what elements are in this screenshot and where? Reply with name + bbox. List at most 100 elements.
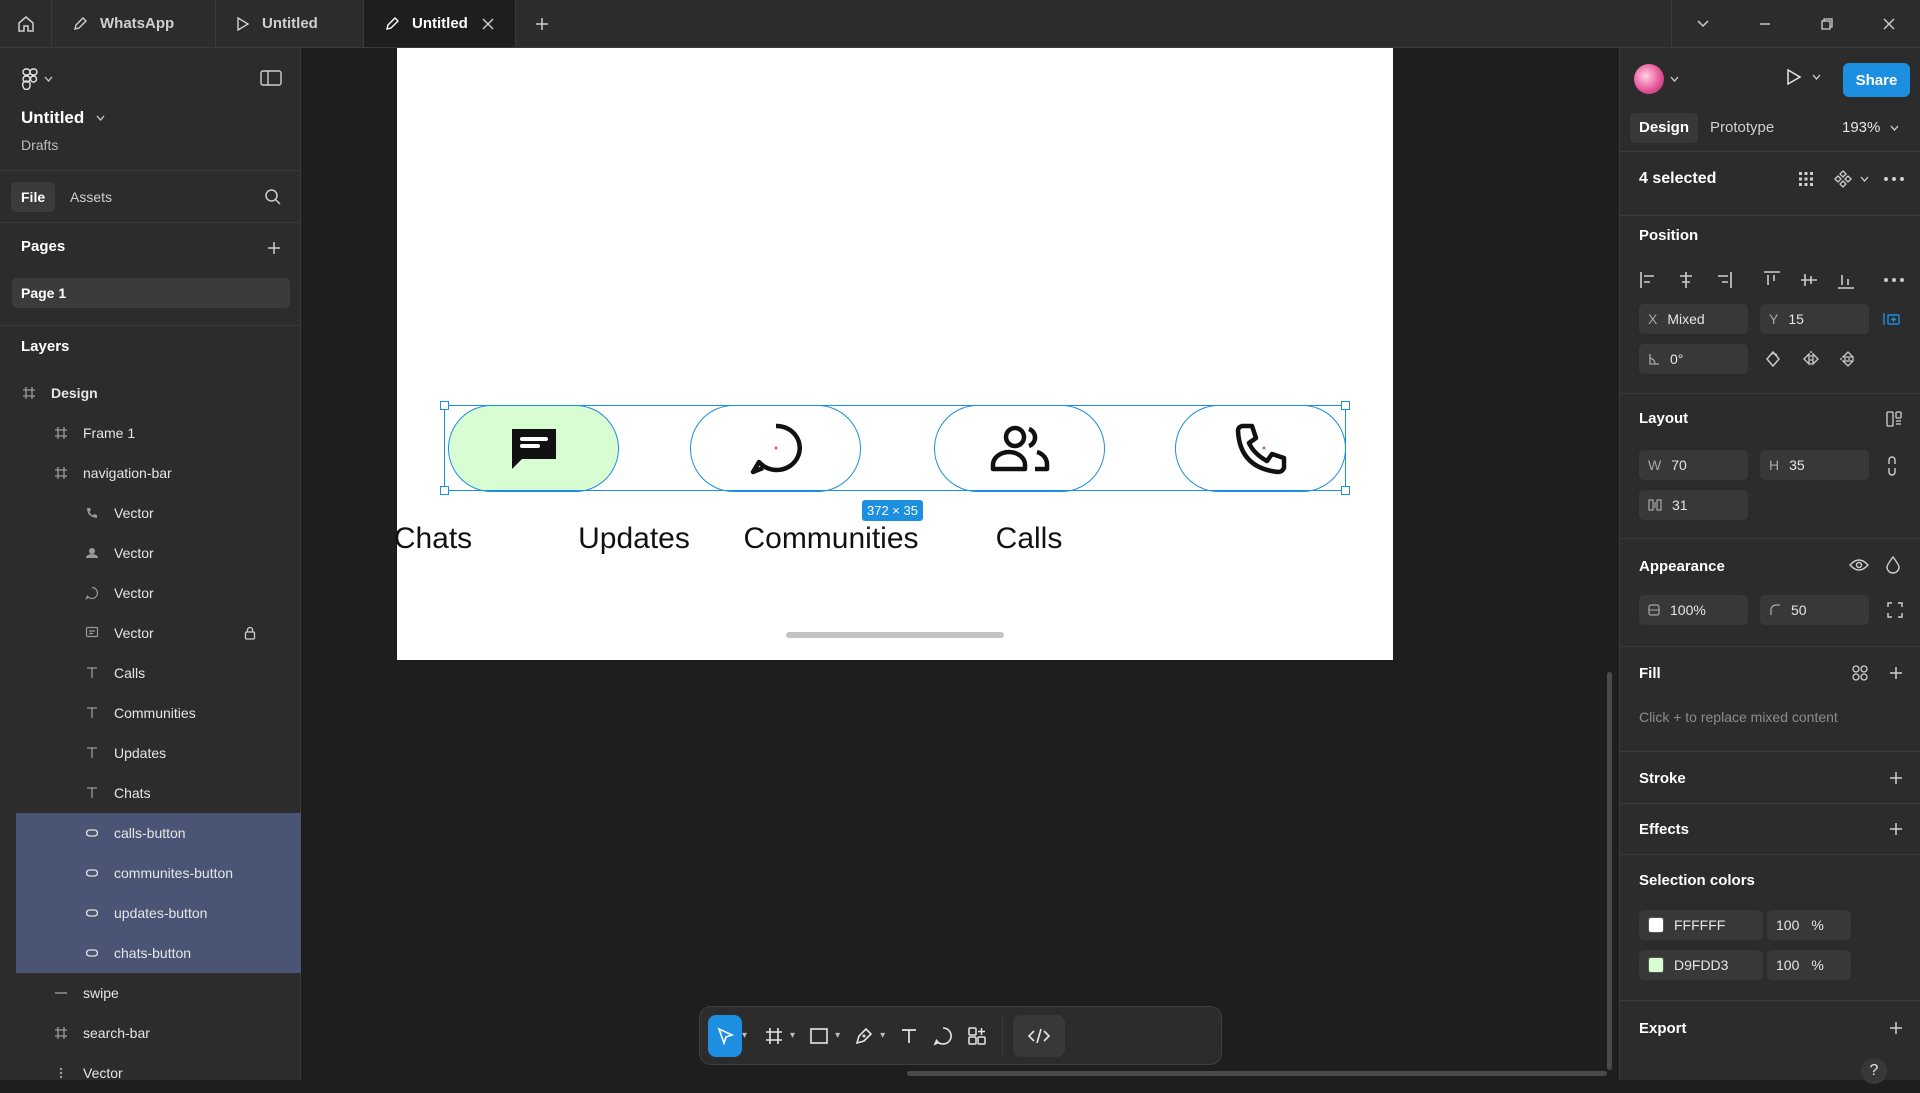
layer-row[interactable]: Frame 1 <box>0 413 301 453</box>
width-field[interactable]: W 70 <box>1639 450 1748 480</box>
rotate-90-button[interactable] <box>1765 350 1781 368</box>
color-swatch[interactable] <box>1648 957 1664 973</box>
more-options-button[interactable] <box>1884 177 1904 181</box>
restore-button[interactable] <box>1796 0 1858 47</box>
align-right-button[interactable] <box>1713 270 1733 290</box>
layer-row[interactable]: updates-button <box>16 893 301 933</box>
actions-tool[interactable] <box>960 1015 996 1057</box>
align-left-button[interactable] <box>1639 270 1659 290</box>
y-field[interactable]: Y 15 <box>1760 304 1869 334</box>
new-tab-button[interactable] <box>516 0 568 47</box>
resize-handle[interactable] <box>1341 401 1350 410</box>
layer-row[interactable]: Calls <box>0 653 301 693</box>
flip-horizontal-button[interactable] <box>1802 350 1820 368</box>
rotation-field[interactable]: 0° <box>1639 344 1748 374</box>
auto-layout-button[interactable] <box>1886 411 1902 427</box>
share-button[interactable]: Share <box>1843 63 1910 97</box>
close-window-button[interactable] <box>1858 0 1920 47</box>
layer-row[interactable]: Vector <box>0 573 301 613</box>
tab-design[interactable]: Design <box>1630 113 1699 143</box>
tab-file[interactable]: File <box>11 182 56 212</box>
help-button[interactable]: ? <box>1861 1058 1887 1084</box>
align-center-h-button[interactable] <box>1676 270 1696 290</box>
layer-row[interactable]: calls-button <box>16 813 301 853</box>
align-center-v-button[interactable] <box>1799 270 1819 290</box>
close-tab-icon[interactable] <box>481 17 495 31</box>
fill-styles-button[interactable] <box>1851 664 1869 682</box>
tab-whatsapp[interactable]: WhatsApp <box>52 0 216 47</box>
align-bottom-button[interactable] <box>1836 270 1856 290</box>
tab-prototype[interactable]: Prototype <box>1701 113 1783 143</box>
color-opacity-field[interactable]: 100% <box>1767 950 1851 980</box>
layer-row[interactable]: Vector <box>0 613 301 653</box>
zoom-control[interactable]: 193% <box>1842 113 1899 143</box>
color-swatch[interactable] <box>1648 917 1664 933</box>
communities-button[interactable] <box>934 405 1105 492</box>
layer-row[interactable]: Vector <box>0 1053 301 1093</box>
tidy-up-button[interactable] <box>1797 170 1815 188</box>
resize-handle[interactable] <box>440 401 449 410</box>
align-top-button[interactable] <box>1762 270 1782 290</box>
swipe-indicator[interactable] <box>786 632 1004 638</box>
file-location[interactable]: Drafts <box>21 137 58 153</box>
height-field[interactable]: H 35 <box>1760 450 1869 480</box>
home-button[interactable] <box>0 0 52 47</box>
x-field[interactable]: X Mixed <box>1639 304 1748 334</box>
create-component-button[interactable] <box>1834 170 1869 188</box>
layer-row[interactable]: Updates <box>0 733 301 773</box>
layer-row[interactable]: chats-button <box>16 933 301 973</box>
blend-mode-button[interactable] <box>1886 556 1900 574</box>
tab-assets[interactable]: Assets <box>60 182 122 212</box>
main-menu-button[interactable] <box>22 68 53 90</box>
add-page-button[interactable] <box>266 240 282 256</box>
design-frame[interactable]: Chats Updates Communities Calls <box>394 48 1393 660</box>
canvas[interactable]: Chats Updates Communities Calls <box>301 48 1619 1080</box>
calls-button[interactable] <box>1175 405 1346 492</box>
minimize-button[interactable] <box>1734 0 1796 47</box>
lock-icon[interactable] <box>244 626 256 640</box>
layer-row[interactable]: Vector <box>0 493 301 533</box>
color-hex-field[interactable]: FFFFFF <box>1639 910 1763 940</box>
resize-handle[interactable] <box>440 486 449 495</box>
layer-row[interactable]: swipe <box>0 973 301 1013</box>
user-menu-button[interactable] <box>1634 64 1679 94</box>
opacity-field[interactable]: 100% <box>1639 595 1748 625</box>
resize-handle[interactable] <box>1341 486 1350 495</box>
corner-radius-field[interactable]: 50 <box>1760 595 1869 625</box>
color-hex-field[interactable]: D9FDD3 <box>1639 950 1763 980</box>
layer-row[interactable]: navigation-bar <box>0 453 301 493</box>
text-tool[interactable] <box>892 1015 926 1057</box>
layer-row[interactable]: Chats <box>0 773 301 813</box>
add-export-button[interactable] <box>1888 1020 1904 1036</box>
tab-untitled-active[interactable]: Untitled <box>364 0 516 47</box>
pen-tool[interactable]: ▾ <box>847 1015 892 1057</box>
tabs-dropdown-button[interactable] <box>1672 0 1734 47</box>
constrain-proportions-button[interactable] <box>1886 456 1898 476</box>
toggle-sidebar-button[interactable] <box>260 69 282 87</box>
add-effect-button[interactable] <box>1888 821 1904 837</box>
flip-vertical-button[interactable] <box>1839 350 1857 368</box>
layer-row[interactable]: search-bar <box>0 1013 301 1053</box>
shape-tool[interactable]: ▾ <box>802 1015 847 1057</box>
dev-mode-toggle[interactable] <box>1013 1014 1066 1057</box>
add-fill-button[interactable] <box>1888 665 1904 681</box>
more-alignment-button[interactable] <box>1884 278 1904 282</box>
layer-row[interactable]: Design <box>0 373 301 413</box>
move-tool-caret[interactable]: ▾ <box>742 1030 747 1041</box>
layer-row[interactable]: Communities <box>0 693 301 733</box>
present-button[interactable] <box>1786 68 1821 86</box>
add-stroke-button[interactable] <box>1888 770 1904 786</box>
color-opacity-field[interactable]: 100% <box>1767 910 1851 940</box>
move-tool[interactable] <box>708 1014 742 1057</box>
comment-tool[interactable] <box>926 1015 960 1057</box>
chats-button[interactable] <box>448 405 619 492</box>
layer-row[interactable]: communites-button <box>16 853 301 893</box>
frame-tool[interactable]: ▾ <box>757 1015 802 1057</box>
search-layers-button[interactable] <box>264 188 282 206</box>
updates-button[interactable] <box>690 405 861 492</box>
independent-corners-button[interactable] <box>1886 601 1904 619</box>
horizontal-scrollbar[interactable] <box>907 1071 1607 1076</box>
page-item[interactable]: Page 1 <box>12 278 290 308</box>
layer-row[interactable]: Vector <box>0 533 301 573</box>
constraints-button[interactable] <box>1883 310 1901 328</box>
